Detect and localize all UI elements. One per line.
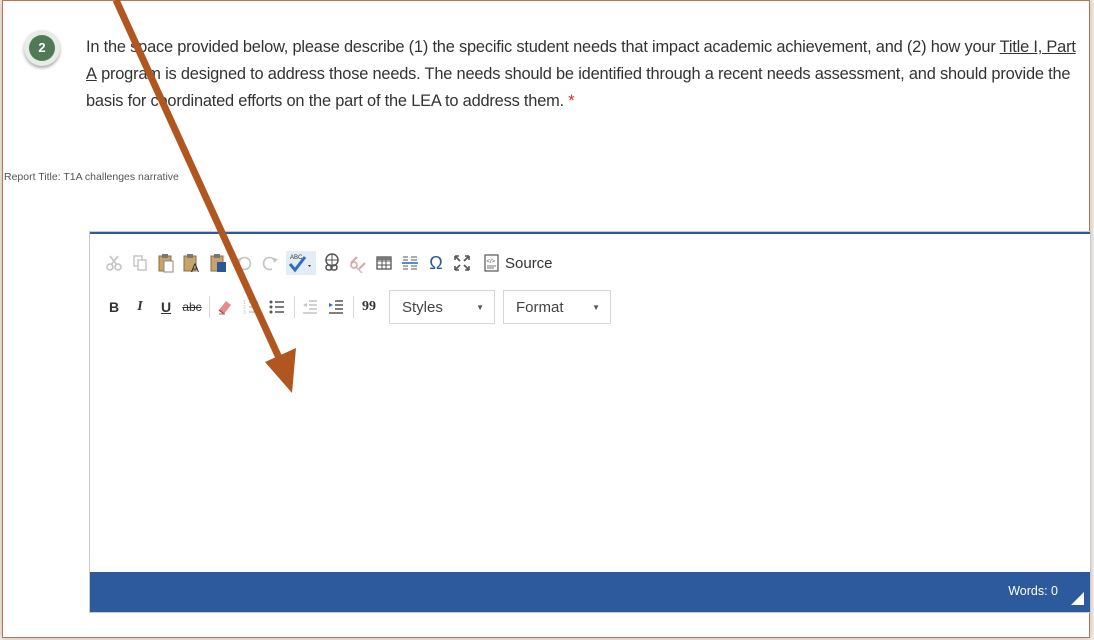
toolbar-row-1: A ABC Ω </> Source [104,248,559,278]
editor-toolbar: A ABC Ω </> Source B I U abc 1 2 3 99 St… [90,234,1090,339]
blockquote-icon[interactable]: 99 [359,295,379,319]
undo-icon[interactable] [234,251,254,275]
svg-text:A: A [191,261,199,273]
question-prompt: In the space provided below, please desc… [86,34,1086,115]
question-text-part2: program is designed to address those nee… [86,65,1071,110]
link-icon[interactable] [322,251,342,275]
increase-indent-icon[interactable] [326,295,346,319]
decrease-indent-icon[interactable] [300,295,320,319]
source-label: Source [505,254,553,272]
required-marker: * [563,92,575,110]
source-icon: </> [484,254,499,272]
resize-grip-icon[interactable] [1071,592,1084,605]
strikethrough-button[interactable]: abc [182,295,202,319]
source-button[interactable]: </> Source [482,251,553,275]
bold-button[interactable]: B [104,295,124,319]
chevron-down-icon: ▼ [592,302,600,312]
paste-icon[interactable] [156,251,176,275]
toolbar-separator [294,296,295,318]
paste-word-icon[interactable] [208,251,228,275]
question-text-part1: In the space provided below, please desc… [86,38,1000,56]
styles-dropdown-label: Styles [402,298,443,316]
redo-icon[interactable] [260,251,280,275]
editor-status-bar: Words: 0 [90,572,1090,612]
copy-icon[interactable] [130,251,150,275]
horizontal-rule-icon[interactable] [400,251,420,275]
editor-content-area[interactable] [90,338,1090,572]
toolbar-separator [209,296,210,318]
chevron-down-icon: ▼ [476,302,484,312]
numbered-list-icon[interactable]: 123 [241,295,261,319]
remove-format-icon[interactable] [215,295,235,319]
svg-text:3: 3 [243,310,246,316]
paste-text-icon[interactable]: A [182,251,202,275]
word-count: Words: 0 [1008,584,1058,598]
report-title: Report Title: T1A challenges narrative [4,171,179,183]
toolbar-separator [353,296,354,318]
question-number: 2 [29,35,55,61]
question-card: 2 In the space provided below, please de… [2,0,1091,638]
bulleted-list-icon[interactable] [267,295,287,319]
unlink-icon[interactable] [348,251,368,275]
svg-text:</>: </> [487,259,496,265]
toolbar-row-2: B I U abc 123 99 Styles ▼ Format ▼ [104,290,619,324]
maximize-icon[interactable] [452,251,472,275]
table-icon[interactable] [374,251,394,275]
styles-dropdown[interactable]: Styles ▼ [389,290,495,324]
format-dropdown-label: Format [516,298,564,316]
italic-button[interactable]: I [130,295,150,319]
special-char-icon[interactable]: Ω [426,251,446,275]
underline-button[interactable]: U [156,295,176,319]
format-dropdown[interactable]: Format ▼ [503,290,611,324]
spellcheck-icon[interactable]: ABC [286,251,316,275]
question-number-badge: 2 [24,30,60,66]
cut-icon[interactable] [104,251,124,275]
rich-text-editor: A ABC Ω </> Source B I U abc 1 2 3 99 St… [89,231,1091,613]
